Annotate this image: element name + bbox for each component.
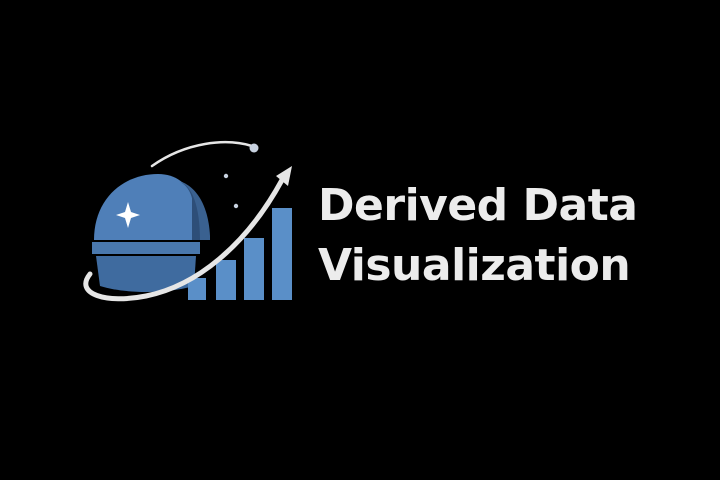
logo-mark <box>83 141 292 302</box>
brand-name-line2: Visualization <box>318 240 631 291</box>
brand-name-line1: Derived Data <box>318 180 638 231</box>
orbit-dot-icon <box>233 203 239 209</box>
orbit-dot-icon <box>223 173 229 179</box>
observatory-dome-icon <box>92 174 210 292</box>
brand-wordmark: Derived Data Visualization <box>318 176 638 296</box>
orbit-dot-icon <box>249 143 259 153</box>
logo-canvas: Derived Data Visualization <box>0 0 720 480</box>
